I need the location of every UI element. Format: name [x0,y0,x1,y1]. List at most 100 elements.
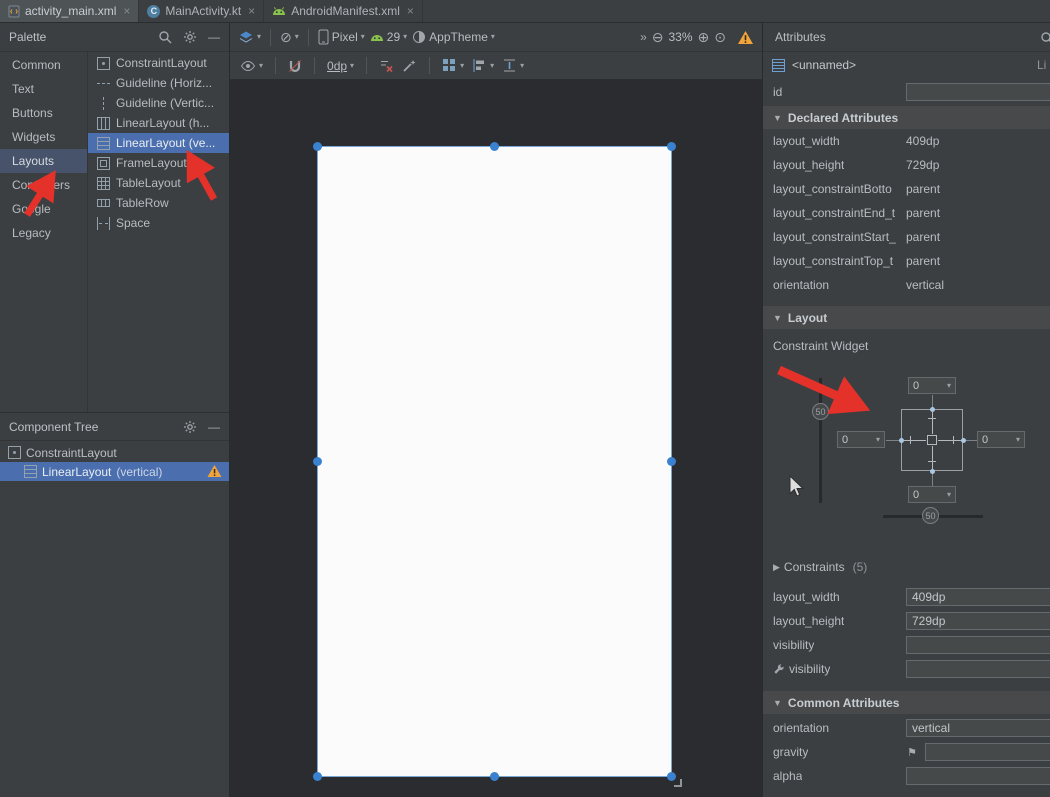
palette-category-widgets[interactable]: Widgets [0,125,87,149]
constraints-group-row[interactable]: ▶Constraints(5) [763,555,1050,579]
margin-left-dropdown[interactable]: 0▾ [837,431,885,448]
palette-item-space[interactable]: Space [88,213,229,233]
framelayout-icon [97,157,110,170]
align-selector[interactable]: ▾ [472,58,494,73]
section-layout[interactable]: ▼ Layout [763,306,1050,329]
palette-item-guideline-vertical[interactable]: Guideline (Vertic... [88,93,229,113]
tree-item-linearlayout-vertical[interactable]: LinearLayout(vertical) [0,462,229,481]
palette-item-tablelayout[interactable]: TableLayout [88,173,229,193]
guidelines-selector[interactable]: ▾ [502,58,524,73]
attr-row[interactable]: visibility [763,657,1050,681]
alpha-input[interactable] [906,767,1050,785]
autoconnect-toggle[interactable] [288,59,302,73]
horizontal-bias-value[interactable]: 50 [922,507,939,524]
attr-row[interactable]: layout_constraintBotto parent [763,177,1050,201]
orientation-input[interactable]: vertical [906,719,1050,737]
palette-category-buttons[interactable]: Buttons [0,101,87,125]
margin-right-dropdown[interactable]: 0▾ [977,431,1025,448]
selection-handle[interactable] [313,142,322,151]
tab-activity-main-xml[interactable]: activity_main.xml × [0,0,139,22]
bottom-anchor[interactable] [930,469,935,474]
divider [429,57,430,74]
tab-mainactivity-kt[interactable]: C MainActivity.kt × [139,0,264,22]
selection-handle[interactable] [313,772,322,781]
attr-row[interactable]: layout_height 729dp [763,153,1050,177]
attr-row[interactable]: orientation vertical [763,716,1050,740]
warning-icon[interactable] [207,464,222,478]
palette-item-linearlayout-horizontal[interactable]: LinearLayout (h... [88,113,229,133]
palette-category-google[interactable]: Google [0,197,87,221]
section-common-attributes[interactable]: ▼ Common Attributes [763,691,1050,714]
default-margin-selector[interactable]: 0dp ▾ [327,59,354,73]
vertical-bias-value[interactable]: 50 [812,403,829,420]
layout-width-input[interactable]: 409dp [906,588,1050,606]
palette-category-layouts[interactable]: Layouts [0,149,87,173]
zoom-to-fit-button[interactable]: ⊙ [714,29,726,46]
zoom-in-button[interactable]: ⊕ [698,29,710,46]
hide-panel-icon[interactable]: — [208,420,220,434]
visibility-input[interactable] [906,636,1050,654]
api-level-selector[interactable]: 29 ▾ [370,30,407,44]
selection-handle[interactable] [490,142,499,151]
tab-androidmanifest-xml[interactable]: AndroidManifest.xml × [264,0,423,22]
tab-label: MainActivity.kt [165,4,241,18]
tools-visibility-input[interactable] [906,660,1050,678]
attr-row[interactable]: layout_width 409dp [763,129,1050,153]
palette-category-legacy[interactable]: Legacy [0,221,87,245]
attr-row[interactable]: layout_constraintTop_t parent [763,249,1050,273]
attr-row[interactable]: gravity ⚑ [763,740,1050,764]
infer-constraints-button[interactable] [402,58,417,73]
orientation-selector[interactable]: ⊘ ▾ [280,29,299,46]
close-icon[interactable]: × [248,5,255,17]
palette-item-constraintlayout[interactable]: ConstraintLayout [88,53,229,73]
attr-row[interactable]: layout_constraintStart_ parent [763,225,1050,249]
attr-row[interactable]: alpha [763,764,1050,788]
clear-constraints-button[interactable] [379,58,394,73]
pack-selector[interactable]: ▾ [442,58,464,73]
tree-item-constraintlayout[interactable]: ConstraintLayout [0,443,229,462]
selection-handle[interactable] [313,457,322,466]
selection-handle[interactable] [490,772,499,781]
layout-height-input[interactable]: 729dp [906,612,1050,630]
palette-item-guideline-horizontal[interactable]: Guideline (Horiz... [88,73,229,93]
margin-top-dropdown[interactable]: 0▾ [908,377,956,394]
attr-row[interactable]: layout_width 409dp [763,585,1050,609]
palette-item-tablerow[interactable]: TableRow [88,193,229,213]
palette-category-common[interactable]: Common [0,53,87,77]
selection-handle[interactable] [667,142,676,151]
resize-handle[interactable] [674,779,682,787]
design-surface-selector[interactable]: ▾ [238,30,261,45]
search-icon[interactable] [158,30,172,44]
zoom-out-button[interactable]: ⊖ [652,29,664,46]
view-options-button[interactable]: ▾ [240,58,263,74]
gear-icon[interactable] [183,420,197,434]
attr-row[interactable]: layout_constraintEnd_t parent [763,201,1050,225]
palette-item-framelayout[interactable]: FrameLayout [88,153,229,173]
theme-icon [412,30,426,44]
search-icon[interactable] [1040,31,1050,45]
toolbar-overflow-chevrons[interactable]: » [640,30,647,44]
vertical-bias-slider[interactable] [819,378,822,503]
selection-handle[interactable] [667,457,676,466]
close-icon[interactable]: × [123,5,130,17]
gear-icon[interactable] [183,30,197,44]
section-declared-attributes[interactable]: ▼ Declared Attributes [763,106,1050,129]
palette-category-containers[interactable]: Containers [0,173,87,197]
attr-row[interactable]: layout_height 729dp [763,609,1050,633]
inner-tick [953,436,954,444]
device-selector[interactable]: Pixel ▾ [318,29,365,45]
device-artboard[interactable] [317,146,672,777]
right-anchor[interactable] [961,438,966,443]
gravity-input[interactable] [925,743,1050,761]
palette-category-text[interactable]: Text [0,77,87,101]
hide-panel-icon[interactable]: — [208,30,220,44]
close-icon[interactable]: × [407,5,414,17]
margin-bottom-dropdown[interactable]: 0▾ [908,486,956,503]
design-canvas[interactable] [230,80,762,797]
id-input[interactable] [906,83,1050,101]
theme-selector[interactable]: AppTheme ▾ [412,30,495,44]
attr-row[interactable]: visibility [763,633,1050,657]
palette-item-linearlayout-vertical[interactable]: LinearLayout (ve... [88,133,229,153]
render-warning-icon[interactable] [737,30,754,45]
attr-row[interactable]: orientation vertical [763,273,1050,297]
